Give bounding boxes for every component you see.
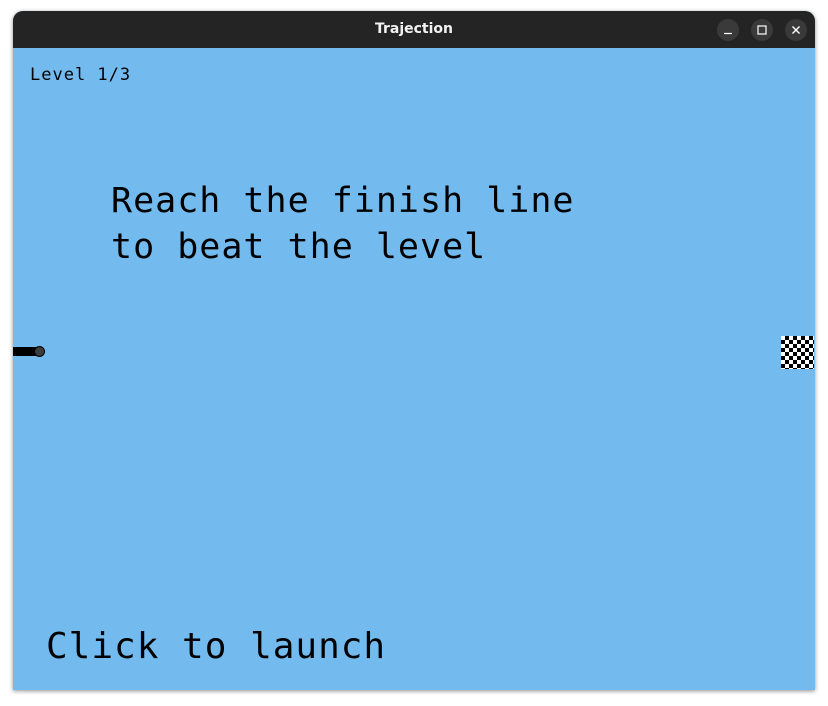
game-canvas[interactable]: Level 1/3 Reach the finish line to beat …	[13, 48, 815, 690]
projectile-ball	[34, 346, 45, 357]
level-indicator: Level 1/3	[30, 65, 132, 85]
launcher	[13, 345, 46, 358]
close-button[interactable]	[785, 19, 807, 41]
maximize-icon	[757, 25, 767, 35]
instruction-text: Reach the finish line to beat the level	[111, 178, 575, 270]
launch-prompt: Click to launch	[46, 626, 387, 667]
maximize-button[interactable]	[751, 19, 773, 41]
close-icon	[792, 26, 800, 34]
window-title: Trajection	[374, 21, 454, 37]
instruction-line-2: to beat the level	[111, 227, 487, 267]
title-bar[interactable]: Trajection	[13, 11, 815, 48]
minimize-icon	[724, 32, 732, 35]
minimize-button[interactable]	[717, 19, 739, 41]
finish-line-flag	[781, 336, 814, 369]
instruction-line-1: Reach the finish line	[111, 181, 575, 221]
app-window: Trajection Level 1/3 Reach the finish li…	[13, 11, 815, 690]
